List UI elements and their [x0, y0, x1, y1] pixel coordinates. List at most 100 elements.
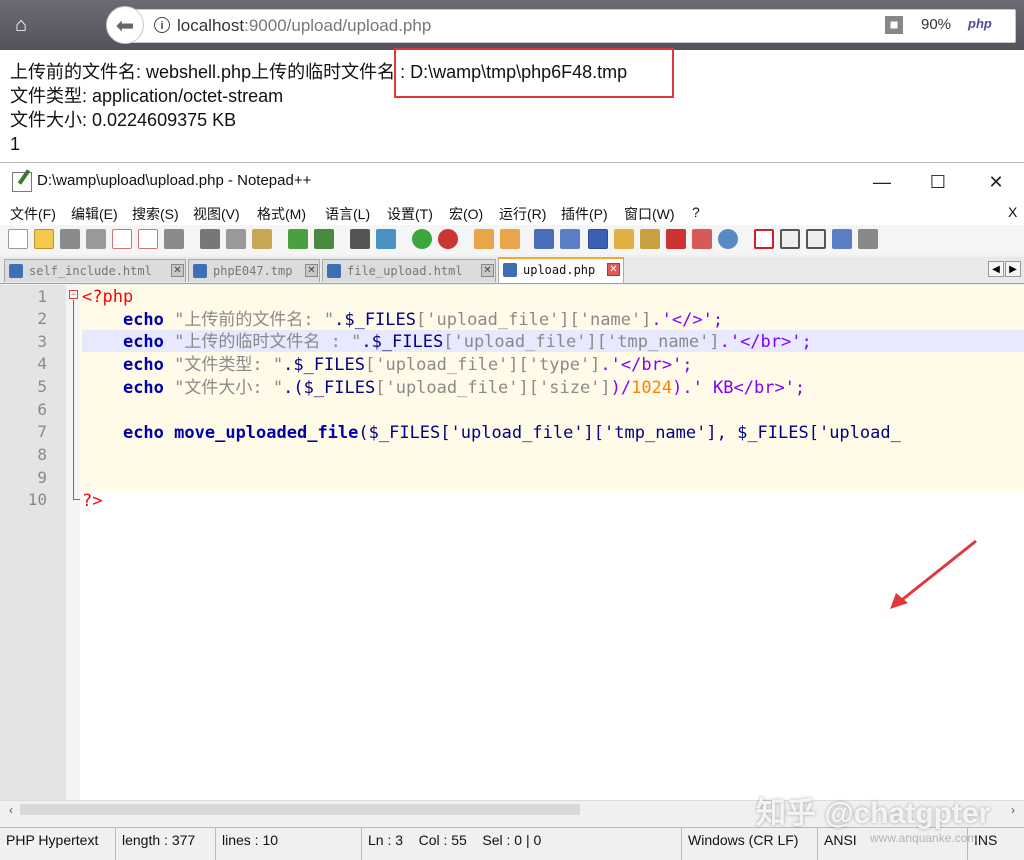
cut-icon[interactable] — [200, 229, 220, 249]
file-tab-icon — [503, 263, 517, 277]
undo-icon[interactable] — [288, 229, 308, 249]
sync-horizontal-icon[interactable] — [500, 229, 520, 249]
run-macro-multiple-icon[interactable] — [832, 229, 852, 249]
code-line-5: echo "文件大小: ".($_FILES['upload_file']['s… — [122, 378, 806, 398]
print-icon[interactable] — [164, 229, 184, 249]
scroll-right-icon[interactable]: › — [1006, 803, 1020, 817]
minimize-button[interactable]: — — [862, 169, 902, 195]
tab-file-upload[interactable]: file_upload.html ✕ — [322, 259, 496, 282]
menu-search[interactable]: 搜索(S) — [132, 204, 179, 224]
empty-region — [80, 491, 1024, 800]
qr-code-icon[interactable] — [885, 16, 903, 34]
replace-icon[interactable] — [376, 229, 396, 249]
copy-icon[interactable] — [226, 229, 246, 249]
line-number: 3 — [37, 332, 47, 351]
tab-label: file_upload.html — [347, 264, 463, 278]
doc-switcher-icon[interactable] — [692, 229, 712, 249]
indent-guide-icon[interactable] — [588, 229, 608, 249]
menu-file[interactable]: 文件(F) — [10, 204, 56, 224]
scroll-thumb[interactable] — [20, 804, 580, 815]
document-map-icon[interactable] — [640, 229, 660, 249]
save-all-icon[interactable] — [86, 229, 106, 249]
open-file-icon[interactable] — [34, 229, 54, 249]
menu-macro[interactable]: 宏(O) — [449, 204, 483, 224]
tab-self-include[interactable]: self_include.html ✕ — [4, 259, 186, 282]
tab-bar: self_include.html ✕ phpE047.tmp ✕ file_u… — [0, 257, 1024, 284]
tab-scroll-left-icon[interactable]: ◀ — [988, 261, 1004, 277]
menu-view[interactable]: 视图(V) — [193, 204, 240, 224]
tab-close-icon[interactable]: ✕ — [305, 264, 318, 277]
menu-settings[interactable]: 设置(T) — [387, 204, 433, 224]
new-file-icon[interactable] — [8, 229, 28, 249]
play-macro-icon[interactable] — [806, 229, 826, 249]
scroll-left-icon[interactable]: ‹ — [4, 803, 18, 817]
paste-icon[interactable] — [252, 229, 272, 249]
menu-plugins[interactable]: 插件(P) — [561, 204, 608, 224]
status-lines: lines : 10 — [216, 828, 362, 860]
line-number: 4 — [37, 354, 47, 373]
notepad-app-icon — [12, 172, 32, 192]
record-macro-icon[interactable] — [754, 229, 774, 249]
menu-format[interactable]: 格式(M) — [257, 204, 306, 224]
fold-end — [73, 499, 80, 500]
menu-run[interactable]: 运行(R) — [499, 204, 546, 224]
close-all-icon[interactable] — [138, 229, 158, 249]
menu-window[interactable]: 窗口(W) — [624, 204, 675, 224]
line-number: 6 — [37, 400, 47, 419]
folder-as-workspace-icon[interactable] — [614, 229, 634, 249]
menu-edit[interactable]: 编辑(E) — [71, 204, 118, 224]
close-file-icon[interactable] — [112, 229, 132, 249]
tab-upload-php[interactable]: upload.php ✕ — [498, 257, 624, 283]
code-line-7: echo move_uploaded_file($_FILES['upload_… — [122, 423, 901, 443]
menu-close-doc[interactable]: X — [1008, 204, 1017, 220]
php-extension-icon[interactable]: php — [968, 16, 992, 31]
window-title: D:\wamp\upload\upload.php - Notepad++ — [37, 172, 312, 189]
back-button[interactable]: ⬅ — [106, 6, 144, 44]
tab-scroll-right-icon[interactable]: ▶ — [1005, 261, 1021, 277]
tab-label: upload.php — [523, 263, 596, 277]
watermark-small: www.anquanke.com — [870, 831, 978, 845]
save-icon[interactable] — [60, 229, 80, 249]
titlebar: D:\wamp\upload\upload.php - Notepad++ — … — [0, 163, 1024, 201]
word-wrap-icon[interactable] — [534, 229, 554, 249]
code-editor[interactable]: − 1 2 3 4 5 6 7 8 9 10 <?php echo "上传前的文… — [0, 285, 1024, 800]
menu-language[interactable]: 语言(L) — [325, 204, 370, 224]
find-icon[interactable] — [350, 229, 370, 249]
status-language: PHP Hypertext — [0, 828, 116, 860]
url-text[interactable]: localhost:9000/upload/upload.php — [177, 16, 431, 36]
line-number: 7 — [37, 422, 47, 441]
toolbar — [0, 225, 1024, 255]
status-eol: Windows (CR LF) — [682, 828, 818, 860]
fold-collapse-icon[interactable]: − — [69, 290, 78, 299]
address-bar[interactable]: i localhost:9000/upload/upload.php 90% p… — [124, 9, 1016, 43]
tab-phpE047[interactable]: phpE047.tmp ✕ — [188, 259, 320, 282]
maximize-button[interactable]: ☐ — [918, 169, 958, 195]
zoom-level[interactable]: 90% — [921, 16, 951, 33]
function-list-icon[interactable] — [666, 229, 686, 249]
line-number: 9 — [37, 468, 47, 487]
sync-vertical-icon[interactable] — [474, 229, 494, 249]
menu-help[interactable]: ? — [692, 204, 700, 220]
status-length: length : 377 — [116, 828, 216, 860]
tab-close-icon[interactable]: ✕ — [607, 263, 620, 276]
monitoring-icon[interactable] — [718, 229, 738, 249]
tab-close-icon[interactable]: ✕ — [481, 264, 494, 277]
file-tab-icon — [327, 264, 341, 278]
menubar: 文件(F) 编辑(E) 搜索(S) 视图(V) 格式(M) 语言(L) 设置(T… — [0, 201, 1024, 225]
tab-label: phpE047.tmp — [213, 264, 293, 278]
info-icon[interactable]: i — [154, 17, 170, 33]
fold-line — [73, 300, 74, 500]
home-icon[interactable]: ⌂ — [8, 12, 34, 38]
zoom-in-icon[interactable] — [412, 229, 432, 249]
show-all-chars-icon[interactable] — [560, 229, 580, 249]
zoom-out-icon[interactable] — [438, 229, 458, 249]
save-macro-icon[interactable] — [858, 229, 878, 249]
line-number: 2 — [37, 309, 47, 328]
close-button[interactable]: ✕ — [976, 169, 1016, 195]
stop-macro-icon[interactable] — [780, 229, 800, 249]
watermark: 知乎 @chatgpter — [756, 797, 991, 830]
tab-close-icon[interactable]: ✕ — [171, 264, 184, 277]
tab-label: self_include.html — [29, 264, 152, 278]
redo-icon[interactable] — [314, 229, 334, 249]
status-position: Ln : 3 Col : 55 Sel : 0 | 0 — [362, 828, 682, 860]
